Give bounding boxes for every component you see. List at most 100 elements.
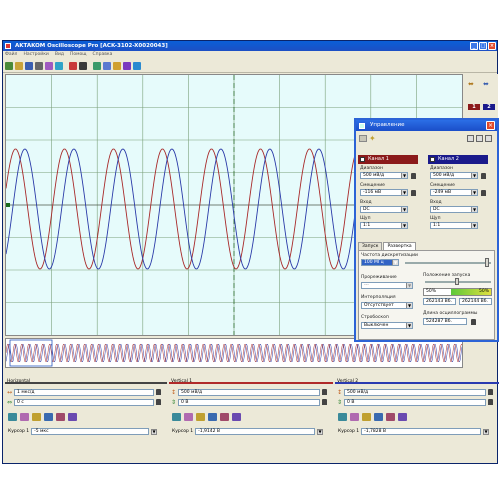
chevron-down-icon[interactable]: ▼ xyxy=(317,428,324,435)
lock-icon[interactable] xyxy=(471,319,476,325)
zoom-in-icon[interactable] xyxy=(338,413,347,421)
minimize-button[interactable]: _ xyxy=(470,42,478,50)
ch2-cursor-field[interactable]: -1,7828 В xyxy=(361,428,482,435)
dialog-close-button[interactable]: × xyxy=(486,121,495,130)
scroll-left-arrows-icon[interactable]: ⬌ xyxy=(468,80,474,88)
lock-icon[interactable] xyxy=(322,389,328,395)
menu-file[interactable]: Файл xyxy=(5,51,17,59)
chevron-down-icon[interactable]: ▼ xyxy=(471,190,477,195)
ch1-marker-chip[interactable]: 1 xyxy=(468,104,480,110)
cursor-icon[interactable] xyxy=(55,61,63,70)
new-icon[interactable] xyxy=(5,61,13,70)
reset-icon[interactable] xyxy=(374,413,383,421)
chevron-down-icon[interactable]: ▼ xyxy=(406,323,412,328)
marker-icon[interactable] xyxy=(220,413,229,421)
measure-v-icon[interactable] xyxy=(232,413,241,421)
ch2-probe-select[interactable]: 1:1 ▼ xyxy=(430,222,478,229)
ch2-offset-select[interactable]: -249 мВ ▼ xyxy=(430,189,478,196)
horizontal-cursor-field[interactable]: -5 мкс xyxy=(31,428,150,435)
ch1-offset-field[interactable]: 0 В xyxy=(178,398,321,406)
print-icon[interactable] xyxy=(35,61,43,70)
zoom-in-icon[interactable] xyxy=(172,413,181,421)
ch2-range-select[interactable]: 500 мВ/д ▼ xyxy=(430,172,478,179)
lock-icon[interactable] xyxy=(322,399,328,405)
chevron-down-icon[interactable]: ▼ xyxy=(471,207,477,212)
measure-v-icon[interactable] xyxy=(398,413,407,421)
ch1-cursor-field[interactable]: -1,9142 В xyxy=(195,428,316,435)
zoom-out-icon[interactable] xyxy=(184,413,193,421)
chevron-down-icon[interactable]: ▼ xyxy=(406,283,412,288)
menu-settings[interactable]: Настройки xyxy=(23,51,48,59)
lock-icon[interactable] xyxy=(481,190,486,196)
ch1-probe-select[interactable]: 1:1 ▼ xyxy=(360,222,408,229)
chevron-down-icon[interactable]: ▼ xyxy=(392,260,398,265)
ch1-range-select[interactable]: 500 мВ/д ▼ xyxy=(360,172,408,179)
chevron-down-icon[interactable]: ▼ xyxy=(483,428,490,435)
sample-rate-slider[interactable] xyxy=(405,262,491,264)
measure-icon[interactable] xyxy=(93,61,101,70)
fit-icon[interactable] xyxy=(362,413,371,421)
chevron-down-icon[interactable]: ▼ xyxy=(401,173,407,178)
chevron-down-icon[interactable]: ▼ xyxy=(401,190,407,195)
fit-icon[interactable] xyxy=(196,413,205,421)
dialog-expand-icon[interactable] xyxy=(485,135,492,142)
lock-icon[interactable] xyxy=(411,173,416,179)
fit-icon[interactable] xyxy=(32,413,41,421)
interp-select[interactable]: Отсутствует ▼ xyxy=(361,302,413,309)
chevron-down-icon[interactable]: ▼ xyxy=(406,303,412,308)
measure-h-icon[interactable] xyxy=(68,413,77,421)
dialog-menu-icon[interactable] xyxy=(359,135,367,142)
ch1-offset-select[interactable]: -116 мВ ▼ xyxy=(360,189,408,196)
lock-icon[interactable] xyxy=(481,173,486,179)
scroll-right-arrows-icon[interactable]: ⬌ xyxy=(483,80,489,88)
help-icon[interactable] xyxy=(133,61,141,70)
ch2-enable-checkbox[interactable] xyxy=(430,157,435,162)
trig-pos-thumb[interactable] xyxy=(455,278,459,285)
zoom-in-icon[interactable] xyxy=(8,413,17,421)
ch1-enable-checkbox[interactable] xyxy=(360,157,365,162)
zoom-out-icon[interactable] xyxy=(20,413,29,421)
ch1-input-select[interactable]: DC ▼ xyxy=(360,206,408,213)
lock-icon[interactable] xyxy=(156,389,162,395)
ch2-input-select[interactable]: DC ▼ xyxy=(430,206,478,213)
chevron-down-icon[interactable]: ▼ xyxy=(471,223,477,228)
ch2-marker-chip[interactable]: 2 xyxy=(483,104,495,110)
lock-icon[interactable] xyxy=(411,190,416,196)
channel-icon[interactable] xyxy=(113,61,121,70)
horizontal-offset-field[interactable]: 0 с xyxy=(14,398,155,406)
pin-icon[interactable]: ✦ xyxy=(369,134,376,143)
chevron-down-icon[interactable]: ▼ xyxy=(151,428,158,435)
menu-reference[interactable]: Справка xyxy=(93,51,113,59)
marker-icon[interactable] xyxy=(386,413,395,421)
menu-help-short[interactable]: Помощ xyxy=(70,51,87,59)
lock-icon[interactable] xyxy=(488,389,494,395)
ch1-volts-field[interactable]: 500 мВ/д xyxy=(178,388,321,396)
dialog-minimize-icon[interactable] xyxy=(467,135,474,142)
record-length-field[interactable]: 524287 Вб. xyxy=(423,318,467,325)
run-icon[interactable] xyxy=(69,61,77,70)
thinning-select[interactable]: --- ▼ xyxy=(361,282,413,289)
menu-view[interactable]: Вид xyxy=(55,51,64,59)
maximize-button[interactable]: □ xyxy=(479,42,487,50)
timebase-field[interactable]: 1 мкс/д xyxy=(14,388,155,396)
chevron-down-icon[interactable]: ▼ xyxy=(471,173,477,178)
lock-icon[interactable] xyxy=(488,399,494,405)
open-icon[interactable] xyxy=(15,61,23,70)
overview-strip[interactable] xyxy=(5,338,463,368)
chevron-down-icon[interactable]: ▼ xyxy=(401,223,407,228)
dialog-restore-icon[interactable] xyxy=(476,135,483,142)
marker-icon[interactable] xyxy=(56,413,65,421)
reset-icon[interactable] xyxy=(208,413,217,421)
save-icon[interactable] xyxy=(25,61,33,70)
ch2-offset-field[interactable]: 0 В xyxy=(344,398,487,406)
dialog-title-bar[interactable]: Управление × xyxy=(356,120,497,131)
stop-icon[interactable] xyxy=(79,61,87,70)
zoom-out-icon[interactable] xyxy=(350,413,359,421)
title-bar[interactable]: AKTAKOM Oscilloscope Pro [ACK-3102-X0020… xyxy=(3,41,497,51)
ch2-volts-field[interactable]: 500 мВ/д xyxy=(344,388,487,396)
close-button[interactable]: × xyxy=(488,42,496,50)
sample-rate-select[interactable]: 100 МГц ▼ xyxy=(361,259,399,266)
sample-rate-thumb[interactable] xyxy=(485,258,489,267)
strobe-select[interactable]: Выключен ▼ xyxy=(361,322,413,329)
zoom-icon[interactable] xyxy=(45,61,53,70)
